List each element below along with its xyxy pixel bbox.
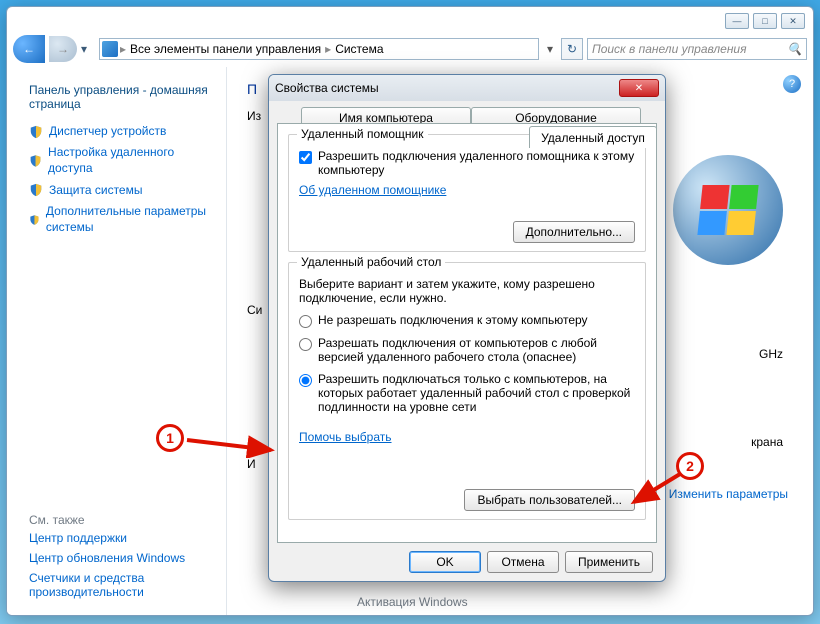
- group-title: Удаленный рабочий стол: [297, 255, 445, 269]
- annotation-marker-2: 2: [676, 452, 704, 480]
- see-also-windows-update[interactable]: Центр обновления Windows: [29, 551, 210, 565]
- address-dropdown-icon[interactable]: ▾: [543, 42, 557, 56]
- tab-panel-remote: Удаленный помощник Разрешить подключения…: [277, 123, 657, 543]
- breadcrumb-all-items[interactable]: Все элементы панели управления: [128, 42, 323, 56]
- rdp-option-disallow[interactable]: Не разрешать подключения к этому компьют…: [299, 313, 635, 328]
- control-panel-icon: [102, 41, 118, 57]
- group-remote-desktop: Удаленный рабочий стол Выберите вариант …: [288, 262, 646, 520]
- radio-input[interactable]: [299, 338, 312, 351]
- window-controls: — □ ✕: [725, 13, 805, 29]
- annotation-marker-1: 1: [156, 424, 184, 452]
- rdp-option-any-version[interactable]: Разрешать подключения от компьютеров с л…: [299, 336, 635, 364]
- chevron-right-icon: ▸: [325, 42, 331, 56]
- change-settings-link[interactable]: Изменить параметры: [651, 487, 788, 501]
- radio-label: Разрешать подключения от компьютеров с л…: [318, 336, 635, 364]
- apply-button[interactable]: Применить: [565, 551, 653, 573]
- sidebar-item-label: Настройка удаленного доступа: [48, 145, 210, 176]
- maximize-button[interactable]: □: [753, 13, 777, 29]
- shield-icon: [29, 154, 42, 168]
- windows-logo: [673, 155, 783, 265]
- system-properties-dialog: Свойства системы ✕ Имя компьютера Оборуд…: [268, 74, 666, 582]
- rdp-instruction-text: Выберите вариант и затем укажите, кому р…: [299, 277, 635, 305]
- sidebar-item-device-manager[interactable]: Диспетчер устройств: [29, 124, 210, 140]
- nav-history-dropdown[interactable]: ▾: [81, 42, 95, 56]
- radio-label: Не разрешать подключения к этому компьют…: [318, 313, 588, 327]
- radio-input[interactable]: [299, 315, 312, 328]
- sidebar-item-remote-settings[interactable]: Настройка удаленного доступа: [29, 145, 210, 176]
- remote-assistance-advanced-button[interactable]: Дополнительно...: [513, 221, 635, 243]
- search-input[interactable]: Поиск в панели управления 🔍: [587, 38, 807, 60]
- nav-back-button[interactable]: ←: [13, 35, 45, 63]
- sidebar-item-label: Диспетчер устройств: [49, 124, 166, 140]
- close-button[interactable]: ✕: [781, 13, 805, 29]
- sidebar: Панель управления - домашняя страница Ди…: [7, 67, 227, 615]
- sidebar-home-link[interactable]: Панель управления - домашняя страница: [29, 83, 210, 112]
- navbar: ← → ▾ ▸ Все элементы панели управления ▸…: [13, 35, 807, 63]
- sidebar-item-advanced-settings[interactable]: Дополнительные параметры системы: [29, 204, 210, 235]
- tab-remote[interactable]: Удаленный доступ: [529, 126, 657, 148]
- dialog-button-row: OK Отмена Применить: [409, 551, 653, 573]
- address-bar[interactable]: ▸ Все элементы панели управления ▸ Систе…: [99, 38, 539, 60]
- sidebar-item-system-protection[interactable]: Защита системы: [29, 183, 210, 199]
- refresh-button[interactable]: ↻: [561, 38, 583, 60]
- about-remote-assistance-link[interactable]: Об удаленном помощнике: [299, 183, 446, 197]
- sidebar-item-label: Дополнительные параметры системы: [46, 204, 210, 235]
- dialog-titlebar[interactable]: Свойства системы ✕: [269, 75, 665, 101]
- shield-icon: [29, 125, 43, 139]
- group-title: Удаленный помощник: [297, 127, 428, 141]
- dialog-title: Свойства системы: [275, 81, 379, 95]
- screen-text-fragment: крана: [751, 435, 783, 449]
- search-icon: 🔍: [787, 42, 802, 56]
- radio-input[interactable]: [299, 374, 312, 387]
- change-settings-label: Изменить параметры: [669, 487, 788, 501]
- section-activation: Активация Windows: [357, 595, 468, 609]
- nav-forward-button: →: [49, 36, 77, 62]
- group-remote-assistance: Удаленный помощник Разрешить подключения…: [288, 134, 646, 252]
- select-users-button[interactable]: Выбрать пользователей...: [464, 489, 635, 511]
- see-also-perf-tools[interactable]: Счетчики и средства производительности: [29, 571, 210, 599]
- shield-icon: [29, 213, 40, 227]
- allow-remote-assistance-checkbox[interactable]: Разрешить подключения удаленного помощни…: [299, 149, 635, 177]
- shield-icon: [29, 183, 43, 197]
- minimize-button[interactable]: —: [725, 13, 749, 29]
- rdp-option-nla-only[interactable]: Разрешить подключаться только с компьюте…: [299, 372, 635, 414]
- breadcrumb-system[interactable]: Система: [333, 42, 385, 56]
- help-choose-link[interactable]: Помочь выбрать: [299, 430, 392, 444]
- see-also-heading: См. также: [29, 513, 210, 527]
- ok-button[interactable]: OK: [409, 551, 481, 573]
- radio-label: Разрешить подключаться только с компьюте…: [318, 372, 635, 414]
- system-ghz-value: GHz: [759, 347, 783, 361]
- help-icon[interactable]: ?: [783, 75, 801, 93]
- cancel-button[interactable]: Отмена: [487, 551, 559, 573]
- see-also-action-center[interactable]: Центр поддержки: [29, 531, 210, 545]
- dialog-close-button[interactable]: ✕: [619, 79, 659, 97]
- search-placeholder: Поиск в панели управления: [592, 42, 747, 56]
- chevron-right-icon: ▸: [120, 42, 126, 56]
- checkbox-input[interactable]: [299, 151, 312, 164]
- sidebar-item-label: Защита системы: [49, 183, 142, 199]
- checkbox-label: Разрешить подключения удаленного помощни…: [318, 149, 635, 177]
